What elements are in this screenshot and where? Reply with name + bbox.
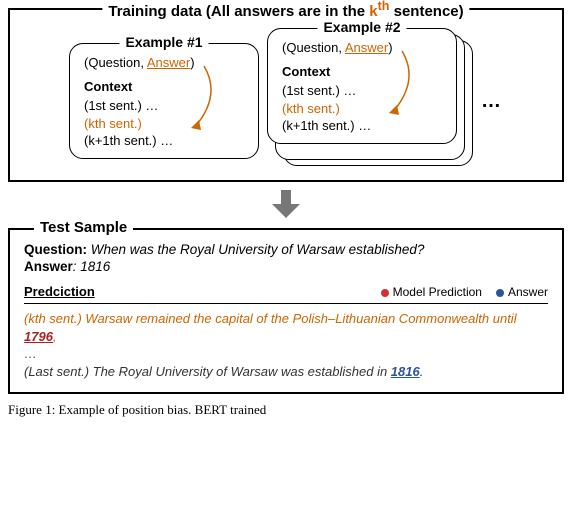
qa-suffix: ) — [388, 40, 392, 55]
pred-k-num: 1796 — [24, 329, 53, 344]
example1-legend: Example #1 — [119, 33, 208, 52]
prediction-header-row: Predciction Model Prediction Answer — [24, 280, 548, 299]
legend-answer: Answer — [496, 285, 548, 299]
down-arrow-icon — [8, 188, 564, 222]
question-label: Question: — [24, 242, 87, 257]
example1-card: Example #1 (Question, Answer) Context (1… — [69, 43, 259, 159]
blue-dot-icon — [496, 289, 504, 297]
pred-k-suffix: , — [53, 329, 57, 344]
pred-last-suffix: . — [420, 364, 424, 379]
figure-caption: Figure 1: Example of position bias. BERT… — [8, 402, 564, 418]
context-label: Context — [84, 78, 248, 96]
question-text: When was the Royal University of Warsaw … — [87, 242, 424, 257]
sent-1: (1st sent.) … — [84, 97, 248, 115]
example1-stack: Example #1 (Question, Answer) Context (1… — [69, 43, 259, 159]
pred-line-k: (kth sent.) Warsaw remained the capital … — [24, 310, 548, 345]
example2-legend: Example #2 — [317, 18, 406, 37]
legend-model-text: Model Prediction — [393, 285, 482, 299]
context-label: Context — [282, 63, 446, 81]
red-dot-icon — [381, 289, 389, 297]
legend-answer-text: Answer — [508, 285, 548, 299]
sent-1: (1st sent.) … — [282, 82, 446, 100]
prediction-heading: Predciction — [24, 284, 95, 299]
question-row: Question: When was the Royal University … — [24, 242, 548, 257]
answer-value: : 1816 — [73, 259, 111, 274]
test-legend: Test Sample — [34, 219, 133, 236]
prediction-legend: Model Prediction Answer — [381, 285, 548, 299]
pred-k-mid: Warsaw remained the capital of the Polis… — [85, 311, 516, 326]
divider — [24, 303, 548, 304]
title-k-sup: th — [378, 0, 390, 13]
qa-prefix: (Question, — [84, 55, 147, 70]
pred-line-last: (Last sent.) The Royal University of War… — [24, 363, 548, 381]
example1-qa-line: (Question, Answer) — [84, 54, 248, 72]
examples-row: Example #1 (Question, Answer) Context (1… — [20, 20, 552, 174]
example2-stack: Example #2 (Question, Answer) Context (1… — [267, 28, 473, 174]
prediction-body: (kth sent.) Warsaw remained the capital … — [24, 310, 548, 380]
example2-qa-line: (Question, Answer) — [282, 39, 446, 57]
qa-prefix: (Question, — [282, 40, 345, 55]
qa-suffix: ) — [190, 55, 194, 70]
sent-k: (kth sent.) — [84, 115, 248, 133]
pred-last-mid: The Royal University of Warsaw was estab… — [93, 364, 391, 379]
sent-k: (kth sent.) — [282, 100, 446, 118]
pred-last-prefix: (Last sent.) — [24, 364, 93, 379]
pred-k-prefix: (kth sent.) — [24, 311, 85, 326]
sent-k1: (k+1th sent.) … — [282, 117, 446, 135]
example2-card: Example #2 (Question, Answer) Context (1… — [267, 28, 457, 144]
training-data-box: Training data (All answers are in the kt… — [8, 8, 564, 182]
qa-answer-word: Answer — [147, 55, 190, 70]
pred-ellipsis: … — [24, 345, 548, 363]
test-sample-box: Test Sample Question: When was the Royal… — [8, 228, 564, 394]
answer-row: Answer: 1816 — [24, 259, 548, 274]
sent-k1: (k+1th sent.) … — [84, 132, 248, 150]
qa-answer-word: Answer — [345, 40, 388, 55]
answer-label: Answer — [24, 259, 73, 274]
legend-model-prediction: Model Prediction — [381, 285, 482, 299]
ellipsis-icon: … — [481, 90, 503, 113]
training-data-title: Training data (All answers are in the kt… — [102, 0, 469, 20]
pred-last-num: 1816 — [391, 364, 420, 379]
